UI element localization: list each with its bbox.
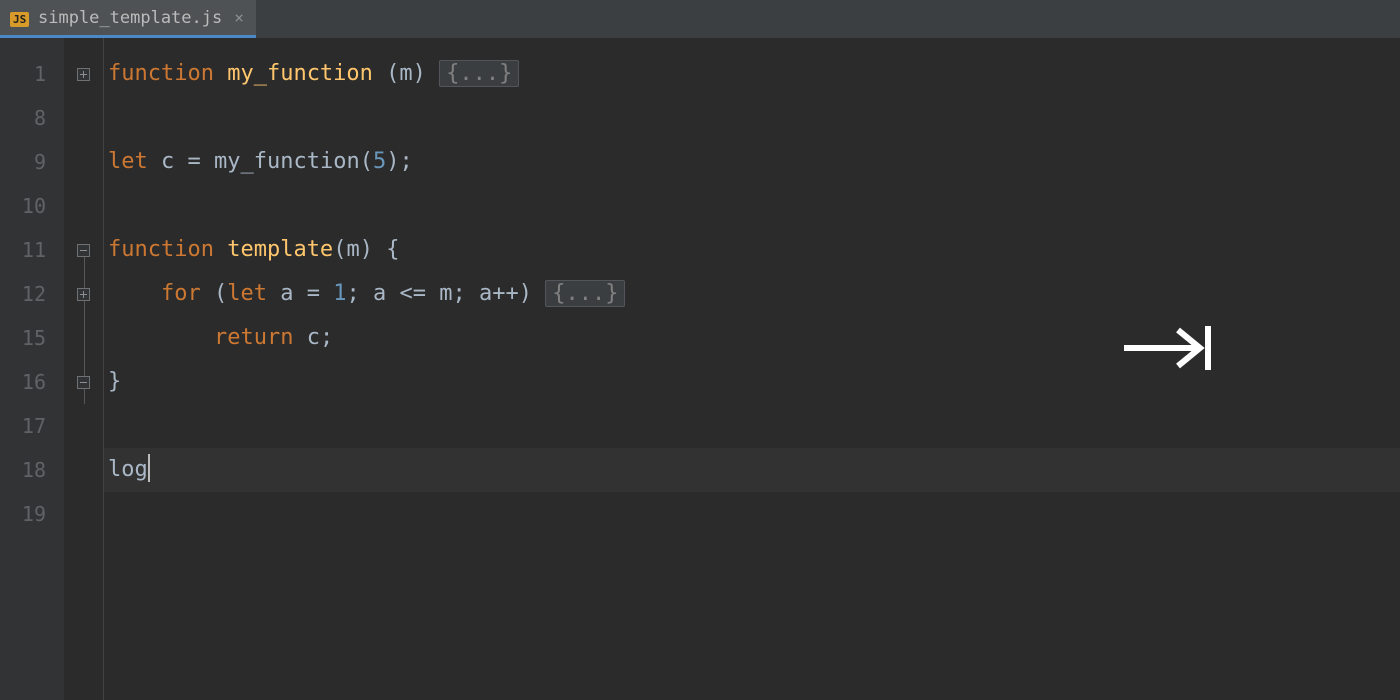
line-number-gutter[interactable]: 1 8 9 10 11 12 15 16 17 18 19 bbox=[0, 38, 64, 700]
line-number: 17 bbox=[0, 404, 64, 448]
line-number: 8 bbox=[0, 96, 64, 140]
code-line[interactable]: let c = my_function(5); bbox=[104, 140, 1400, 184]
function-name: template bbox=[227, 237, 333, 262]
fold-collapse-icon[interactable] bbox=[77, 376, 90, 389]
fold-collapse-icon[interactable] bbox=[77, 244, 90, 257]
code-line[interactable]: for (let a = 1; a <= m; a++) {...} bbox=[104, 272, 1400, 316]
line-number: 16 bbox=[0, 360, 64, 404]
keyword: return bbox=[214, 325, 293, 350]
code-line[interactable] bbox=[104, 96, 1400, 140]
keyword: for bbox=[161, 281, 201, 306]
line-number: 9 bbox=[0, 140, 64, 184]
text-cursor bbox=[148, 454, 150, 482]
file-tab[interactable]: JS simple_template.js × bbox=[0, 0, 256, 38]
line-number: 10 bbox=[0, 184, 64, 228]
code-line[interactable]: function template(m) { bbox=[104, 228, 1400, 272]
line-number: 18 bbox=[0, 448, 64, 492]
code-line[interactable] bbox=[104, 492, 1400, 536]
line-number: 1 bbox=[0, 52, 64, 96]
line-number: 12 bbox=[0, 272, 64, 316]
code-line[interactable] bbox=[104, 184, 1400, 228]
keyword: function bbox=[108, 237, 214, 262]
folded-region[interactable]: {...} bbox=[545, 280, 625, 307]
tab-bar: JS simple_template.js × bbox=[0, 0, 1400, 38]
line-number: 15 bbox=[0, 316, 64, 360]
keyword: function bbox=[108, 61, 214, 86]
code-line[interactable] bbox=[104, 404, 1400, 448]
fold-expand-icon[interactable] bbox=[77, 68, 90, 81]
code-line[interactable]: function my_function (m) {...} bbox=[104, 52, 1400, 96]
tab-arrow-icon bbox=[1120, 324, 1220, 372]
fold-gutter bbox=[64, 38, 104, 700]
function-name: my_function bbox=[227, 61, 373, 86]
editor-area: 1 8 9 10 11 12 15 16 17 18 19 function m… bbox=[0, 38, 1400, 700]
line-number: 19 bbox=[0, 492, 64, 536]
tab-filename: simple_template.js bbox=[38, 8, 222, 28]
code-area[interactable]: function my_function (m) {...} let c = m… bbox=[104, 38, 1400, 700]
fold-expand-icon[interactable] bbox=[77, 288, 90, 301]
code-line-active[interactable]: log bbox=[104, 448, 1400, 492]
js-file-icon: JS bbox=[10, 9, 30, 27]
close-tab-icon[interactable]: × bbox=[234, 8, 244, 27]
keyword: let bbox=[108, 149, 148, 174]
line-number: 11 bbox=[0, 228, 64, 272]
folded-region[interactable]: {...} bbox=[439, 60, 519, 87]
